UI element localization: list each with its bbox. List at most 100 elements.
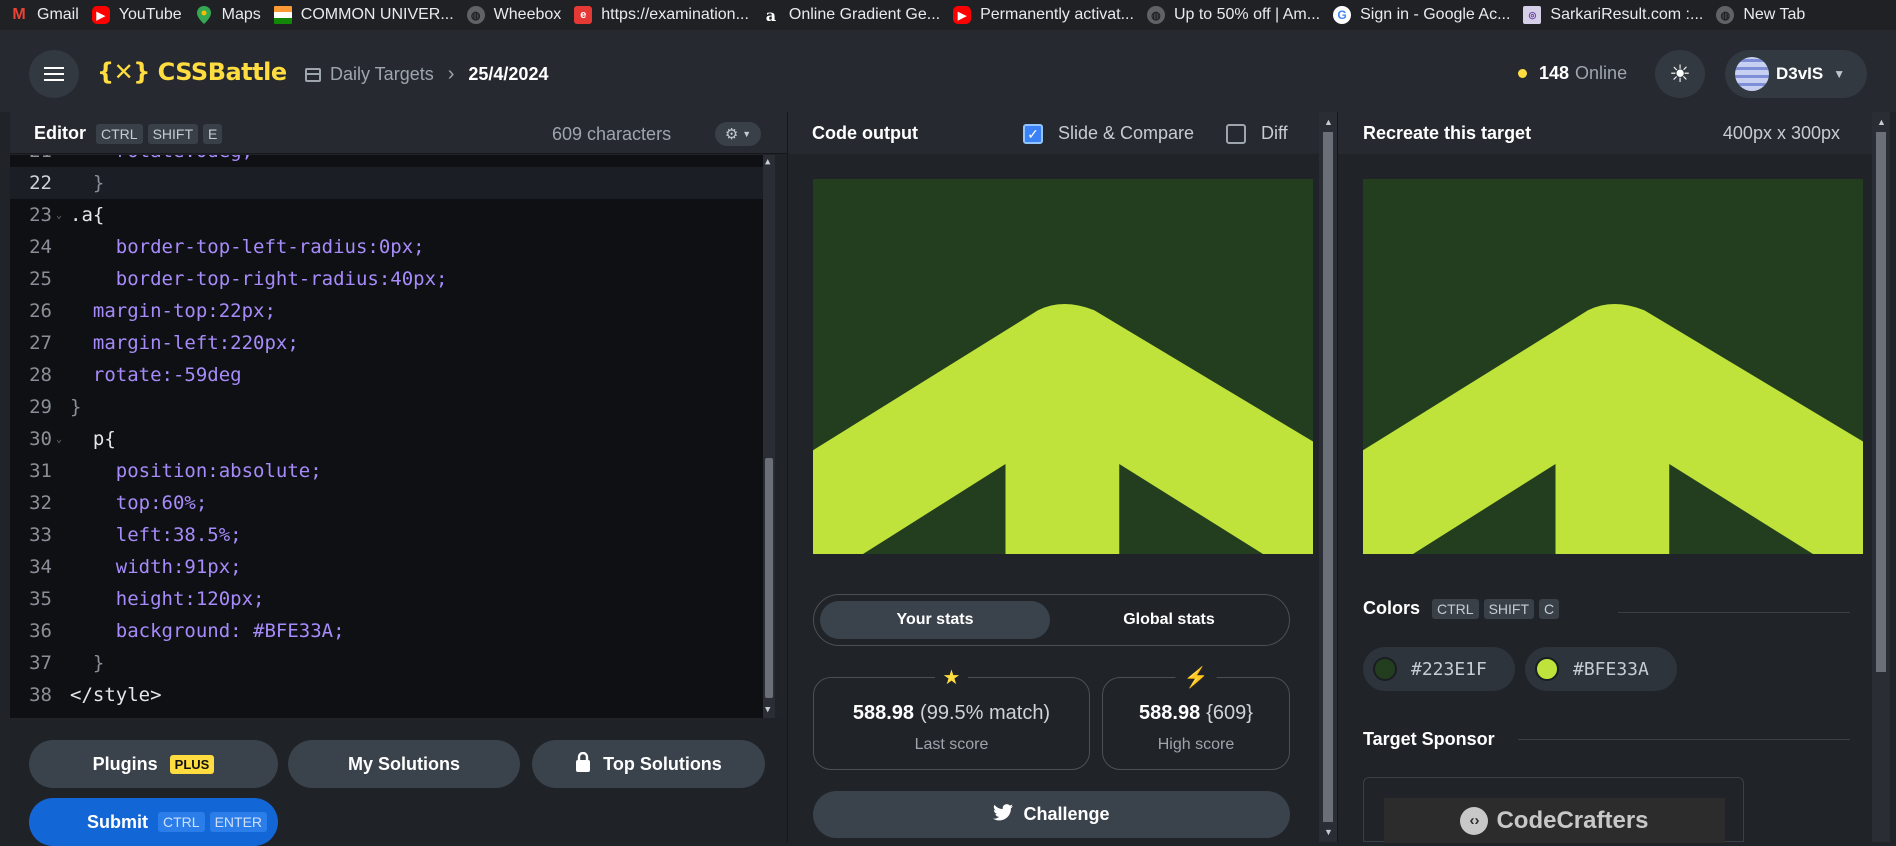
char-count: 609 characters [552,124,672,144]
code-text: background: #BFE33A; [70,620,345,642]
editor-title: Editor [34,123,86,143]
codecrafters-icon: ‹› [1460,806,1489,835]
challenge-button[interactable]: Challenge [813,791,1290,838]
kbd-enter: ENTER [209,812,268,832]
target-canvas[interactable] [1363,179,1863,554]
output-scrollbar[interactable]: ▲ ▼ [1319,112,1337,842]
top-navbar: {✕} CSSBattle Daily Targets › 25/4/2024 … [0,30,1896,112]
bookmark-wheebox[interactable]: ◍ Wheebox [463,0,571,30]
bookmark-examination[interactable]: e https://examination... [570,0,758,30]
high-score-chars: {609} [1206,702,1253,724]
divider [1618,612,1850,613]
kbd-ctrl: CTRL [96,123,143,144]
code-text: margin-left:220px; [70,332,299,354]
theme-toggle-button[interactable]: ☀ [1655,50,1705,98]
breadcrumb-daily-targets[interactable]: Daily Targets [330,64,434,85]
bookmark-new-tab[interactable]: ◍ New Tab [1712,0,1814,30]
code-line-35: 35 height:120px; [29,588,265,610]
chevron-right-icon: › [447,63,455,85]
scroll-up-icon[interactable]: ▲ [765,157,770,167]
hamburger-menu-button[interactable] [29,50,79,98]
bookmark-youtube[interactable]: ▶ YouTube [88,0,191,30]
editor-scroll-thumb[interactable] [765,458,773,698]
hamburger-icon [44,73,64,75]
sponsor-logo: ‹› CodeCrafters [1384,798,1725,843]
tab-your-stats[interactable]: Your stats [820,601,1050,639]
code-line-34: 34 width:91px; [29,556,242,578]
tab-global-stats[interactable]: Global stats [1054,601,1284,639]
code-text: width:91px; [70,556,242,578]
fold-chevron-icon[interactable]: ⌄ [56,434,70,445]
gear-icon: ⚙ [724,126,739,143]
code-text: top:60%; [70,492,208,514]
kbd-e: E [203,123,223,144]
bookmark-gmail[interactable]: M Gmail [6,0,88,30]
diff-checkbox[interactable] [1226,124,1246,144]
gmail-icon: M [12,6,26,23]
high-score-label: High score [1157,736,1235,753]
bookmark-sarkari[interactable]: ◎ SarkariResult.com :... [1519,0,1712,30]
editor-header: Editor CTRL SHIFT E 609 characters ⚙ ▼ [10,112,787,154]
code-output-title: Code output [812,123,918,143]
color-swatch-lime[interactable]: #BFE33A [1525,647,1677,691]
code-line-24: 24 border-top-left-radius:0px; [29,236,425,258]
sun-icon: ☀ [1669,60,1691,88]
cssbattle-logo[interactable]: {✕} CSSBattle [97,58,287,86]
editor-settings-button[interactable]: ⚙ ▼ [715,122,761,146]
color-dot-icon [1535,657,1559,681]
editor-scrollbar[interactable]: ▲ ▼ [763,155,775,718]
page-scrollbar[interactable]: ▲ [1872,112,1890,842]
bookmark-amazon[interactable]: ◍ Up to 50% off | Am... [1143,0,1329,30]
last-score-label: Last score [914,736,989,753]
chevron-down-icon: ▼ [1833,67,1846,81]
code-line-37: 37 } [29,652,105,674]
lightning-icon: ⚡ [1175,665,1217,690]
scroll-down-icon[interactable]: ▼ [765,705,770,715]
bookmark-permanently[interactable]: ▶ Permanently activat... [949,0,1143,30]
code-text: border-top-right-radius:40px; [70,268,448,290]
code-line-27: 27 margin-left:220px; [29,332,299,354]
target-size: 400px x 300px [1722,123,1840,143]
target-header: Recreate this target 400px x 300px [1338,112,1873,154]
slide-compare-checkbox[interactable]: ✓ [1023,124,1043,144]
plus-badge: PLUS [169,754,215,774]
online-label: Online [1575,63,1628,83]
page-scroll-thumb[interactable] [1876,132,1886,672]
google-icon: G [1333,6,1352,24]
bookmark-maps[interactable]: Maps [191,0,270,30]
scroll-up-icon[interactable]: ▲ [1877,117,1886,127]
scroll-up-icon[interactable]: ▲ [1324,117,1333,127]
code-editor[interactable]: 21 rotate:0deg; 22 } 23⌄.a{ 24 border-to… [10,155,775,718]
user-menu-button[interactable]: D3vIS ▼ [1725,50,1867,98]
my-solutions-button[interactable]: My Solutions [288,740,520,788]
bookmark-gradient[interactable]: a Online Gradient Ge... [758,0,949,30]
bookmark-google-signin[interactable]: G Sign in - Google Ac... [1329,0,1519,30]
check-icon: ✓ [1027,125,1039,142]
username: D3vIS [1776,64,1824,83]
output-scroll-thumb[interactable] [1323,132,1333,822]
bookmark-common-univer[interactable]: COMMON UNIVER... [270,0,463,30]
color-swatch-dark-green[interactable]: #223E1F [1363,647,1515,691]
code-text: </style> [70,684,162,706]
target-title: Recreate this target [1363,123,1532,143]
code-text: left:38.5%; [70,524,242,546]
submit-button[interactable]: Submit CTRL ENTER [29,798,278,846]
code-line-29: 29} [29,396,82,418]
diff-label[interactable]: Diff [1261,123,1288,144]
target-image [1363,179,1863,554]
plugins-button[interactable]: Plugins PLUS [29,740,278,788]
scroll-down-icon[interactable]: ▼ [1324,827,1333,837]
online-indicator: 148 Online [1518,63,1627,84]
slide-compare-label[interactable]: Slide & Compare [1058,123,1194,144]
top-solutions-button[interactable]: Top Solutions [532,740,765,788]
fold-chevron-icon[interactable]: ⌄ [56,210,70,221]
output-canvas[interactable] [813,179,1313,554]
code-line-28: 28 rotate:-59deg [29,364,242,386]
high-score-card: ⚡ 588.98 {609} High score [1102,665,1290,770]
divider [1518,739,1850,740]
sponsor-card[interactable]: ‹› CodeCrafters [1363,777,1744,843]
code-output-header: Code output ✓ Slide & Compare Diff [788,112,1320,154]
code-text: } [70,172,105,194]
online-count: 148 [1539,63,1570,83]
code-text: border-top-left-radius:0px; [70,236,425,258]
